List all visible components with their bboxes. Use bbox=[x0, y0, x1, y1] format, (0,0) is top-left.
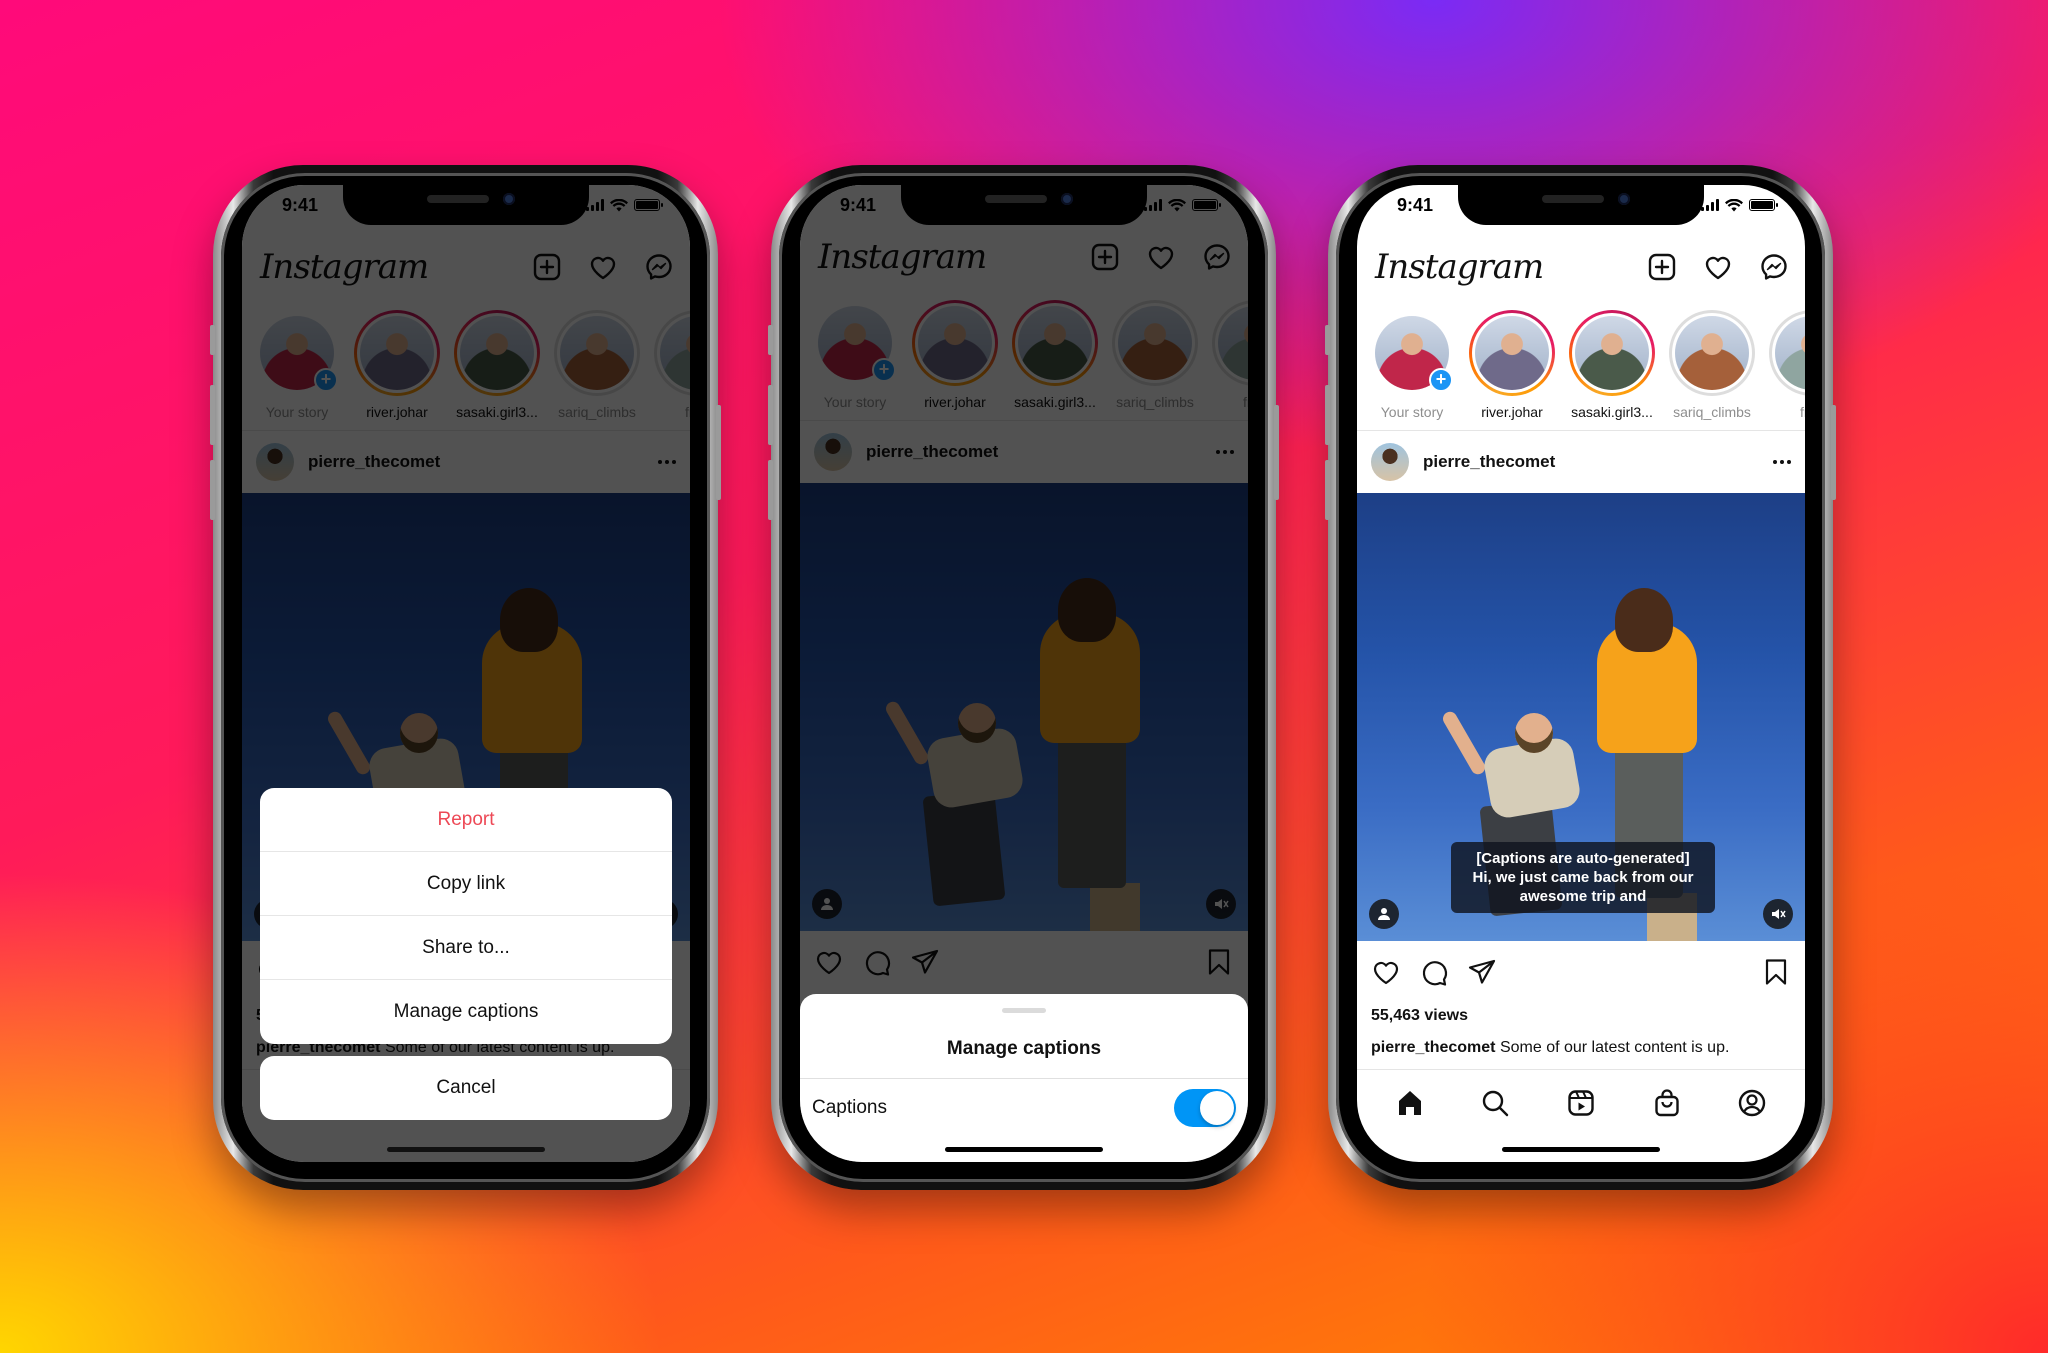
wifi-icon bbox=[610, 198, 628, 211]
action-share-to[interactable]: Share to... bbox=[260, 916, 672, 980]
reels-icon[interactable] bbox=[1566, 1088, 1596, 1118]
view-count[interactable]: 55,463 views bbox=[1371, 1007, 1468, 1025]
caption-line: [Captions are auto-generated] bbox=[1476, 850, 1690, 867]
notch bbox=[1458, 185, 1704, 225]
story-label: river.johar bbox=[1481, 404, 1543, 420]
tagged-people-button[interactable] bbox=[1369, 899, 1399, 929]
home-indicator[interactable] bbox=[1502, 1147, 1660, 1152]
avatar[interactable] bbox=[1371, 443, 1409, 481]
sheet-title: Manage captions bbox=[946, 1038, 1102, 1059]
cancel-sheet: Cancel bbox=[260, 1056, 672, 1120]
messenger-icon[interactable] bbox=[1759, 252, 1789, 282]
phone-manage-captions: 9:41 Instagram +Your storyriver.joharsas… bbox=[768, 165, 1279, 1190]
story-avatar bbox=[1475, 316, 1549, 390]
story-item[interactable]: + Your story bbox=[1369, 310, 1455, 420]
story-avatar bbox=[1675, 316, 1749, 390]
story-label: sasaki.girl3... bbox=[1571, 404, 1653, 420]
wifi-icon bbox=[1725, 198, 1743, 211]
story-label: Your story bbox=[1380, 404, 1444, 420]
story-item[interactable]: sasaki.girl3... bbox=[1569, 310, 1655, 420]
action-sheet: Report Copy link Share to... Manage caption… bbox=[260, 788, 672, 1044]
phone-action-sheet: 9:41 Instagram +Your storyriver.joharsas… bbox=[210, 165, 721, 1190]
captions-toggle[interactable] bbox=[1174, 1088, 1236, 1127]
new-post-icon[interactable] bbox=[1647, 252, 1677, 282]
shop-icon[interactable] bbox=[1652, 1088, 1682, 1118]
phone-screen: 9:41 Instagram +Your storyriver.joharsas… bbox=[800, 185, 1248, 1162]
story-ring bbox=[1669, 310, 1755, 396]
home-icon[interactable] bbox=[1395, 1088, 1425, 1118]
story-ring bbox=[1569, 310, 1655, 396]
like-icon[interactable] bbox=[1371, 957, 1401, 987]
notch bbox=[343, 185, 589, 225]
mute-button[interactable] bbox=[1763, 899, 1793, 929]
caption-username[interactable]: pierre_thecomet bbox=[1371, 1039, 1496, 1056]
story-ring: + bbox=[1369, 310, 1455, 396]
story-ring bbox=[1469, 310, 1555, 396]
battery-icon bbox=[1192, 199, 1221, 211]
post-actions bbox=[1357, 947, 1805, 997]
stories-tray[interactable]: + Your story river.johar sasaki.girl3... sar… bbox=[1369, 310, 1805, 420]
tab-bar bbox=[1357, 1073, 1805, 1133]
story-avatar bbox=[1775, 316, 1805, 390]
action-manage-captions[interactable]: Manage captions bbox=[260, 980, 672, 1044]
add-story-icon[interactable]: + bbox=[1429, 368, 1453, 392]
story-label: fren bbox=[1799, 404, 1805, 420]
status-time: 9:41 bbox=[1397, 194, 1434, 215]
heart-icon[interactable] bbox=[1703, 252, 1733, 282]
comment-icon[interactable] bbox=[1419, 957, 1449, 987]
status-time: 9:41 bbox=[282, 194, 319, 215]
action-copy-link[interactable]: Copy link bbox=[260, 852, 672, 916]
search-icon[interactable] bbox=[1480, 1088, 1510, 1118]
top-bar: Instagram bbox=[1357, 237, 1805, 297]
phone-screen: 9:41 Instagram + Your story river.johar sas… bbox=[1357, 185, 1805, 1162]
battery-icon bbox=[634, 199, 663, 211]
phone-screen: 9:41 Instagram +Your storyriver.joharsas… bbox=[242, 185, 690, 1162]
share-icon[interactable] bbox=[1467, 957, 1497, 987]
home-indicator[interactable] bbox=[945, 1147, 1103, 1152]
profile-icon[interactable] bbox=[1737, 1088, 1767, 1118]
caption-line: Hi, we just came back from our bbox=[1472, 869, 1694, 886]
sheet-grabber[interactable] bbox=[1002, 1008, 1046, 1013]
story-item[interactable]: river.johar bbox=[1469, 310, 1555, 420]
caption-line: awesome trip and bbox=[1519, 888, 1647, 905]
post-caption: pierre_thecomet Some of our latest conte… bbox=[1371, 1039, 1729, 1057]
story-avatar bbox=[1575, 316, 1649, 390]
post-video[interactable]: [Captions are auto-generated] Hi, we just… bbox=[1357, 493, 1805, 941]
status-time: 9:41 bbox=[840, 194, 877, 215]
captions-label: Captions bbox=[812, 1096, 887, 1118]
divider bbox=[1357, 1069, 1805, 1070]
story-item[interactable]: fren bbox=[1769, 310, 1805, 420]
more-options-icon[interactable] bbox=[1773, 460, 1791, 464]
save-icon[interactable] bbox=[1761, 957, 1791, 987]
action-report[interactable]: Report bbox=[260, 788, 672, 852]
post-header: pierre_thecomet bbox=[1357, 431, 1805, 493]
manage-captions-sheet: Manage captions Captions bbox=[800, 994, 1248, 1162]
story-label: sariq_climbs bbox=[1673, 404, 1751, 420]
toggle-knob bbox=[1200, 1090, 1234, 1125]
captions-setting-row: Captions bbox=[800, 1078, 1248, 1136]
battery-icon bbox=[1749, 199, 1778, 211]
instagram-logo: Instagram bbox=[1375, 247, 1544, 287]
story-item[interactable]: sariq_climbs bbox=[1669, 310, 1755, 420]
notch bbox=[901, 185, 1147, 225]
cancel-button[interactable]: Cancel bbox=[260, 1056, 672, 1120]
caption-text: Some of our latest content is up. bbox=[1499, 1039, 1730, 1056]
story-ring bbox=[1769, 310, 1805, 396]
wifi-icon bbox=[1168, 198, 1186, 211]
phone-captions-on: 9:41 Instagram + Your story river.johar sas… bbox=[1325, 165, 1836, 1190]
auto-caption-overlay: [Captions are auto-generated] Hi, we just… bbox=[1451, 842, 1715, 913]
post-username[interactable]: pierre_thecomet bbox=[1423, 452, 1773, 472]
person-icon bbox=[1378, 908, 1390, 920]
speaker-muted-icon bbox=[1772, 909, 1786, 919]
home-indicator[interactable] bbox=[387, 1147, 545, 1152]
